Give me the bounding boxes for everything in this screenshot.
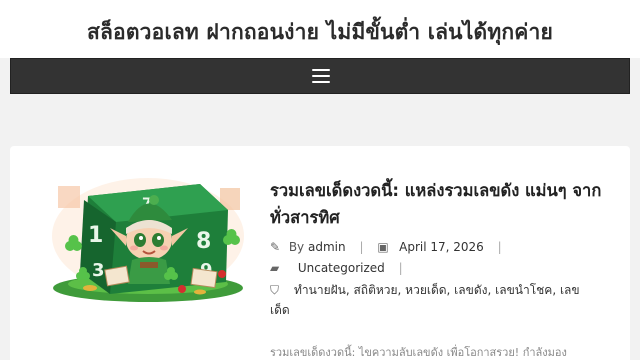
post-meta-author-date: ✎ By admin | ▣ April 17, 2026 | (270, 240, 512, 254)
meta-separator: | (359, 240, 364, 254)
meta-separator: | (497, 240, 502, 254)
hamburger-menu-icon[interactable] (312, 69, 330, 84)
tag-links[interactable]: ทำนายฝัน, สถิติหวย, หวยเด็ด, เลขดัง, เลข… (270, 283, 580, 317)
pencil-icon: ✎ (270, 240, 281, 254)
author-link[interactable]: admin (308, 240, 346, 254)
site-header: สล็อตวอเลท ฝากถอนง่าย ไม่มีขั้นต่ำ เล่นไ… (0, 0, 640, 58)
folder-icon: ▰ (270, 261, 280, 275)
post-title[interactable]: รวมเลขเด็ดงวดนี้: แหล่งรวมเลขดัง แม่นๆ จ… (270, 177, 610, 231)
post-tags: ⛉ ทำนายฝัน, สถิติหวย, หวยเด็ด, เลขดัง, เล… (270, 280, 580, 320)
main-navigation (10, 58, 630, 94)
post-date-link[interactable]: April 17, 2026 (399, 240, 484, 254)
svg-text:1: 1 (88, 223, 103, 248)
post-thumbnail[interactable]: 7 1 8 3 9 (50, 176, 246, 302)
site-title[interactable]: สล็อตวอเลท ฝากถอนง่าย ไม่มีขั้นต่ำ เล่นไ… (0, 16, 640, 49)
by-label: By (288, 240, 305, 254)
meta-separator: | (398, 261, 403, 275)
svg-text:8: 8 (196, 229, 211, 254)
tags-icon: ⛉ (270, 283, 280, 297)
svg-text:3: 3 (92, 260, 105, 281)
post-excerpt: รวมเลขเด็ดงวดนี้: ไขความลับเลขดัง เพื่อโ… (270, 346, 567, 359)
calendar-icon: ▣ (377, 240, 389, 254)
post-meta-category: ▰ Uncategorized | (270, 261, 413, 275)
category-link[interactable]: Uncategorized (298, 261, 385, 275)
